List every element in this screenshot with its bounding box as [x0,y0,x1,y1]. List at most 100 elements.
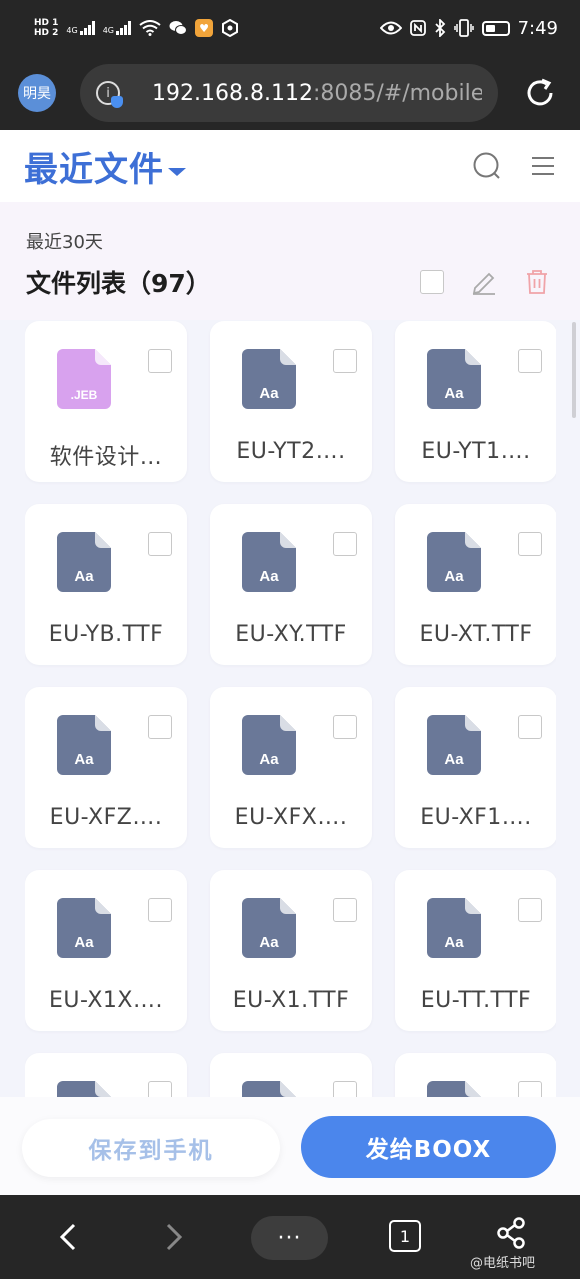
file-card[interactable]: Aa EU-XF1…. [395,687,556,848]
file-name: EU-TT.TTF [420,988,532,1013]
file-card[interactable]: Aa EU-XT.TTF [395,504,556,665]
app-header: 最近文件 [0,130,580,202]
file-checkbox[interactable] [333,349,357,373]
file-type-badge: Aa [444,568,464,585]
font-file-icon: Aa [427,532,481,592]
vibrate-icon [453,19,474,37]
security-app-icon [222,19,238,37]
file-card[interactable]: Aa EU-YT1…. [395,321,556,482]
font-file-icon: Aa [427,349,481,409]
site-info-icon[interactable]: i [96,81,123,108]
file-type-badge: Aa [259,385,279,402]
edit-icon[interactable] [470,268,498,296]
font-file-icon: Aa [427,898,481,958]
file-card[interactable]: Aa EU-XY.TTF [210,504,372,665]
file-name: EU-X1.TTF [232,988,350,1013]
file-checkbox[interactable] [518,349,542,373]
file-card[interactable]: Aa EU-X1X…. [25,870,187,1031]
font-file-icon: Aa [427,715,481,775]
back-icon[interactable] [56,1222,80,1252]
jeb-file-icon: .JEB [57,349,111,409]
file-type-badge: Aa [74,751,94,768]
font-file-icon: Aa [57,1081,111,1097]
file-checkbox[interactable] [518,532,542,556]
send-to-boox-button[interactable]: 发给BOOX [301,1116,556,1178]
file-checkbox[interactable] [333,532,357,556]
signal-1-icon: 4G [66,21,95,35]
file-card[interactable]: .JEB 软件设计… [25,321,187,482]
file-name: 软件设计… [49,445,163,470]
file-type-badge: Aa [74,568,94,585]
save-to-phone-button[interactable]: 保存到手机 [22,1119,280,1177]
delete-icon[interactable] [524,268,550,296]
clock: 7:49 [517,17,558,39]
page-title: 最近文件 [24,149,164,190]
file-checkbox[interactable] [148,715,172,739]
file-type-badge: Aa [444,934,464,951]
file-card[interactable]: Aa [395,1053,556,1097]
file-card[interactable]: Aa EU-TT.TTF [395,870,556,1031]
file-card[interactable]: Aa EU-XFZ…. [25,687,187,848]
font-file-icon: Aa [427,1081,481,1097]
share-icon[interactable] [496,1217,526,1249]
status-bar: HD 1 HD 2 4G 4G ♥ 7:49 [0,0,580,56]
eye-icon [379,21,402,35]
file-card[interactable]: Aa EU-YB.TTF [25,504,187,665]
file-card[interactable]: Aa EU-YT2…. [210,321,372,482]
file-card[interactable]: Aa EU-X1.TTF [210,870,372,1031]
url-host: 192.168.8.112 [152,80,313,106]
file-type-badge: Aa [444,751,464,768]
page-title-dropdown[interactable]: 最近文件 [24,142,186,191]
file-checkbox[interactable] [333,898,357,922]
forward-icon[interactable] [162,1222,186,1252]
hd-indicator: HD 1 HD 2 [34,18,58,38]
battery-icon [481,20,510,36]
font-file-icon: Aa [242,349,296,409]
menu-icon[interactable] [530,155,556,177]
font-file-icon: Aa [242,898,296,958]
net1-label: 4G [66,26,78,35]
file-card[interactable]: Aa EU-XFX…. [210,687,372,848]
file-type-badge: .JEB [71,388,98,402]
file-name: EU-XY.TTF [235,622,347,647]
browser-toolbar: 明昊 i 192.168.8.112:8085/#/mobile/ [0,56,580,130]
file-checkbox[interactable] [518,715,542,739]
select-all-checkbox[interactable] [420,270,444,294]
file-checkbox[interactable] [148,898,172,922]
file-card[interactable]: Aa [25,1053,187,1097]
file-type-badge: Aa [74,934,94,951]
file-checkbox[interactable] [518,898,542,922]
file-checkbox[interactable] [518,1081,542,1097]
file-name: EU-XFX…. [234,805,348,830]
wechat-icon [169,21,187,35]
file-type-badge: Aa [444,385,464,402]
net2-label: 4G [102,26,114,35]
file-checkbox[interactable] [148,349,172,373]
reload-icon[interactable] [524,77,556,109]
file-checkbox[interactable] [333,715,357,739]
file-card[interactable]: Aa [210,1053,372,1097]
font-file-icon: Aa [57,715,111,775]
period-label: 最近30天 [26,232,103,253]
profile-avatar[interactable]: 明昊 [18,74,56,112]
search-icon[interactable] [472,151,502,181]
wifi-icon [139,20,161,36]
address-bar[interactable]: i 192.168.8.112:8085/#/mobile/ [80,64,498,122]
url-text[interactable]: 192.168.8.112:8085/#/mobile/ [152,81,482,106]
scrollbar[interactable] [572,322,576,418]
file-checkbox[interactable] [148,532,172,556]
font-file-icon: Aa [57,532,111,592]
font-file-icon: Aa [242,1081,296,1097]
bluetooth-icon [434,19,445,37]
font-file-icon: Aa [57,898,111,958]
url-path: :8085/#/mobile/ [312,80,482,106]
caret-down-icon [168,168,186,176]
tabs-button[interactable]: 1 [389,1220,421,1252]
file-name: EU-XFZ…. [49,805,163,830]
more-menu-button[interactable]: ··· [251,1216,328,1260]
file-checkbox[interactable] [148,1081,172,1097]
file-type-badge: Aa [259,934,279,951]
file-checkbox[interactable] [333,1081,357,1097]
font-file-icon: Aa [242,715,296,775]
action-bar: 保存到手机 发给BOOX [0,1097,580,1195]
